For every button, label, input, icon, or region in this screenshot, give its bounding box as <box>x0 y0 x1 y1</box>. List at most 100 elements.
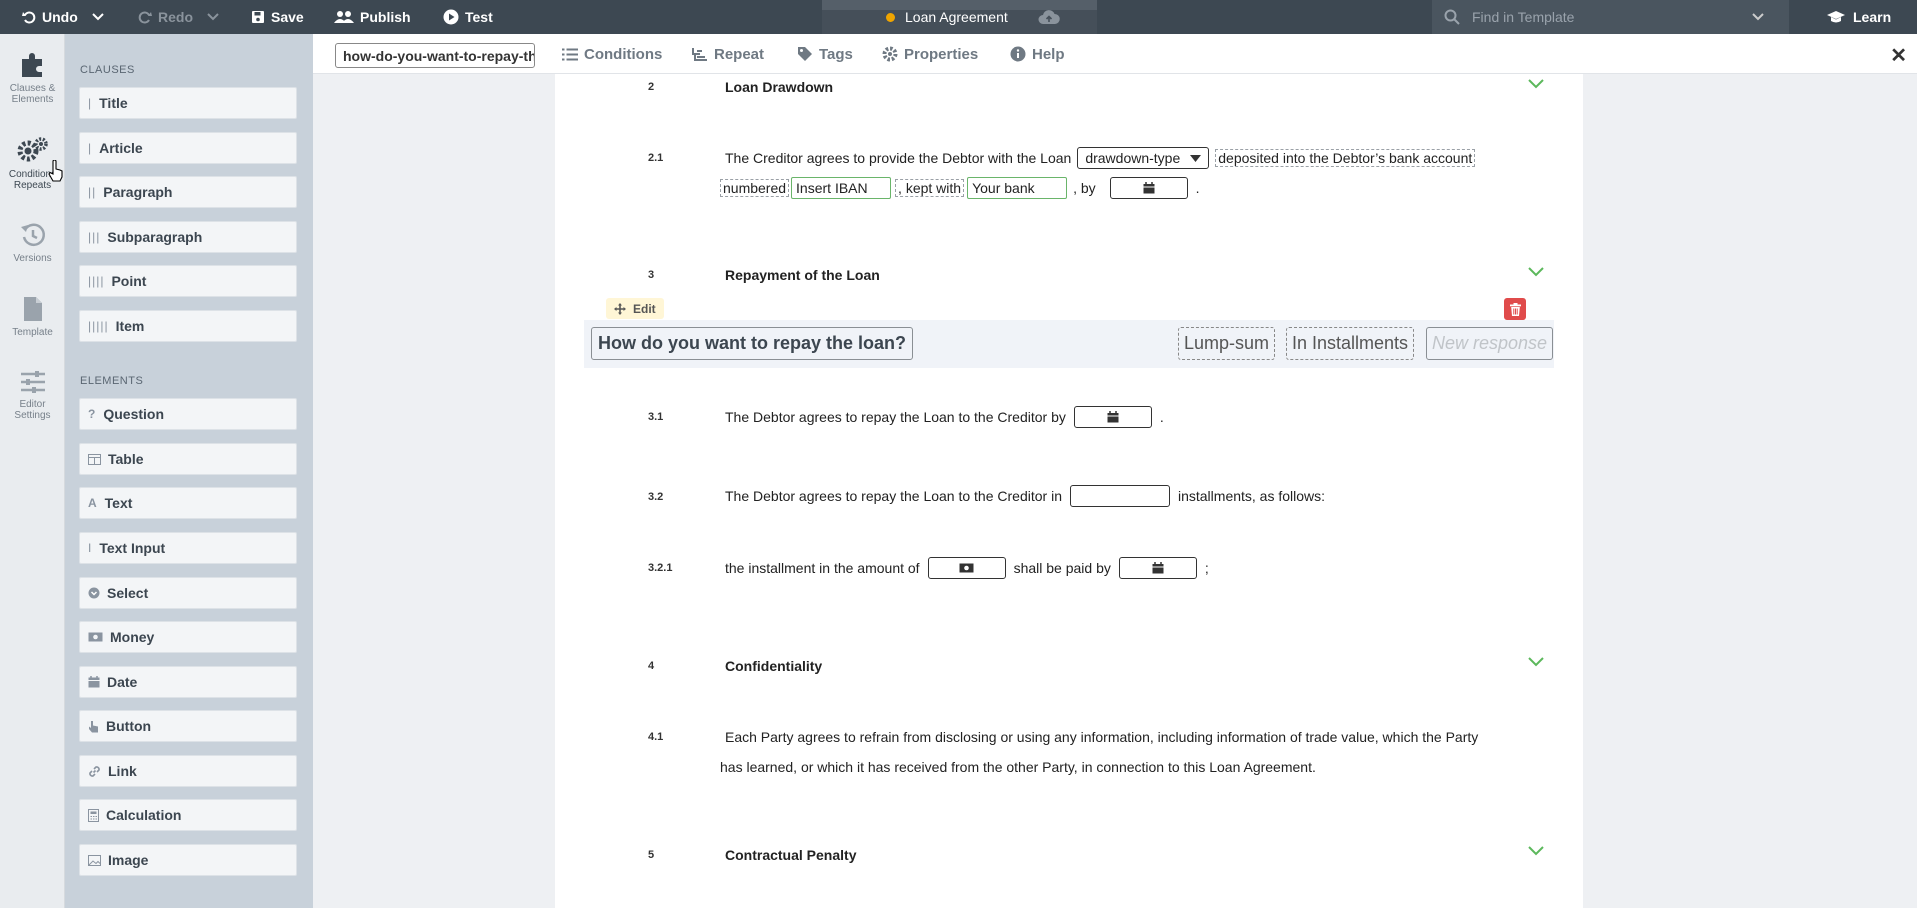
cloud-upload-icon[interactable] <box>1038 9 1060 25</box>
new-response-button[interactable]: New response <box>1426 327 1554 360</box>
edit-question-tag[interactable]: Edit <box>606 298 664 319</box>
palette-select[interactable]: Select <box>79 577 297 609</box>
palette-text-input[interactable]: I Text Input <box>79 532 297 564</box>
tags-button[interactable]: Tags <box>797 34 853 74</box>
rail-template[interactable]: Template <box>0 296 65 338</box>
palette-link-label: Link <box>108 763 137 779</box>
save-button[interactable]: Save <box>251 0 304 34</box>
clause-text: the installment in the amount of <box>725 560 920 576</box>
clause-line: numbered Insert IBAN , kept with Your ba… <box>720 177 1200 199</box>
document-title-text: Loan Agreement <box>905 9 1008 25</box>
learn-button[interactable]: Learn <box>1826 0 1891 34</box>
level-bars-icon: | <box>88 96 93 110</box>
chevron-down-icon[interactable] <box>207 13 219 21</box>
tag-icon <box>798 47 812 61</box>
clause-text: Each Party agrees to refrain from disclo… <box>725 729 1479 745</box>
test-button[interactable]: Test <box>443 0 493 34</box>
date-field[interactable] <box>1073 406 1152 428</box>
repeat-button[interactable]: Repeat <box>692 34 764 74</box>
collapse-chevron-icon[interactable] <box>1528 267 1544 277</box>
response-lump-sum[interactable]: Lump-sum <box>1178 327 1276 360</box>
rail-versions[interactable]: Versions <box>0 222 65 264</box>
element-slug-input[interactable] <box>335 43 535 68</box>
close-icon[interactable]: ✕ <box>1890 43 1907 68</box>
publish-button[interactable]: Publish <box>334 0 411 34</box>
clause-text: ; <box>1204 560 1209 576</box>
bank-input[interactable]: Your bank <box>967 177 1068 199</box>
palette-calculation[interactable]: Calculation <box>79 799 297 831</box>
delete-question-button[interactable] <box>1504 298 1526 320</box>
conditional-text[interactable]: , kept with <box>895 179 965 197</box>
iban-input[interactable]: Insert IBAN <box>791 177 892 199</box>
clause-text: , by <box>1073 180 1096 196</box>
palette-text[interactable]: A Text <box>79 487 297 519</box>
clause-heading[interactable]: Contractual Penalty <box>725 847 856 863</box>
conditional-text[interactable]: numbered <box>720 179 790 197</box>
clause-heading[interactable]: Confidentiality <box>725 658 822 674</box>
palette-item-label: Item <box>115 318 145 334</box>
palette-date[interactable]: Date <box>79 666 297 698</box>
clause-number: 4.1 <box>648 731 664 743</box>
palette-money[interactable]: Money <box>79 621 297 653</box>
redo-label: Redo <box>158 9 193 25</box>
chevron-down-icon[interactable] <box>92 13 104 21</box>
clause-number: 3.2 <box>648 491 664 503</box>
collapse-chevron-icon[interactable] <box>1528 657 1544 667</box>
date-field[interactable] <box>1109 177 1188 199</box>
clause-heading[interactable]: Repayment of the Loan <box>725 267 880 283</box>
palette-button[interactable]: Button <box>79 710 297 742</box>
document-title[interactable]: Loan Agreement <box>886 0 1060 34</box>
response-installments[interactable]: In Installments <box>1286 327 1415 360</box>
palette-title[interactable]: | Title <box>79 87 297 119</box>
rail-versions-label: Versions <box>13 253 52 264</box>
drawdown-type-select[interactable]: drawdown-type <box>1077 147 1210 169</box>
chevron-down-icon[interactable] <box>1752 13 1764 21</box>
redo-icon <box>138 11 152 24</box>
text-icon: A <box>88 496 98 510</box>
clause-text: has learned, or which it has received fr… <box>720 759 1316 775</box>
installments-count-input[interactable] <box>1069 485 1170 507</box>
palette-subparagraph[interactable]: ||| Subparagraph <box>79 221 297 253</box>
clause-text: The Debtor agrees to repay the Loan to t… <box>725 409 1066 425</box>
rail-editor-settings[interactable]: Editor Settings <box>0 370 65 421</box>
calendar-icon <box>1152 562 1164 574</box>
find-in-template[interactable] <box>1432 0 1789 34</box>
palette-point-label: Point <box>111 273 147 289</box>
palette-table[interactable]: Table <box>79 443 297 475</box>
palette-item[interactable]: ||||| Item <box>79 310 297 342</box>
image-icon <box>88 854 101 866</box>
help-label: Help <box>1032 45 1065 63</box>
collapse-chevron-icon[interactable] <box>1528 846 1544 856</box>
learn-label: Learn <box>1853 9 1892 25</box>
palette-paragraph-label: Paragraph <box>103 184 173 200</box>
table-icon <box>88 453 101 465</box>
palette-image[interactable]: Image <box>79 844 297 876</box>
trash-icon <box>1509 302 1521 316</box>
question-icon: ? <box>88 407 97 421</box>
question-text[interactable]: How do you want to repay the loan? <box>591 327 914 360</box>
palette-link[interactable]: Link <box>79 755 297 787</box>
conditions-button[interactable]: Conditions <box>562 34 662 74</box>
redo-button[interactable]: Redo <box>138 0 219 34</box>
undo-button[interactable]: Undo <box>22 0 104 34</box>
palette-question[interactable]: ? Question <box>79 398 297 430</box>
conditional-text[interactable]: deposited into the Debtor’s bank account <box>1215 149 1476 167</box>
money-field[interactable] <box>927 557 1006 579</box>
clause-heading[interactable]: Loan Drawdown <box>725 79 833 95</box>
palette-paragraph[interactable]: || Paragraph <box>79 176 297 208</box>
clause-text: . <box>1159 409 1164 425</box>
date-field[interactable] <box>1118 557 1197 579</box>
history-icon <box>20 223 45 247</box>
rail-clauses-elements[interactable]: Clauses & Elements <box>0 50 65 105</box>
palette-article[interactable]: | Article <box>79 132 297 164</box>
palette-point[interactable]: |||| Point <box>79 265 297 297</box>
clause-number: 3 <box>648 269 655 281</box>
help-button[interactable]: Help <box>1010 34 1065 74</box>
test-label: Test <box>465 9 493 25</box>
clause-line: has learned, or which it has received fr… <box>720 756 1316 778</box>
tags-label: Tags <box>819 45 853 63</box>
find-input[interactable] <box>1472 9 1752 25</box>
collapse-chevron-icon[interactable] <box>1528 79 1544 89</box>
properties-button[interactable]: Properties <box>882 34 978 74</box>
top-toolbar: Undo Redo Save Publish Test Loan Agreeme… <box>0 0 1917 34</box>
